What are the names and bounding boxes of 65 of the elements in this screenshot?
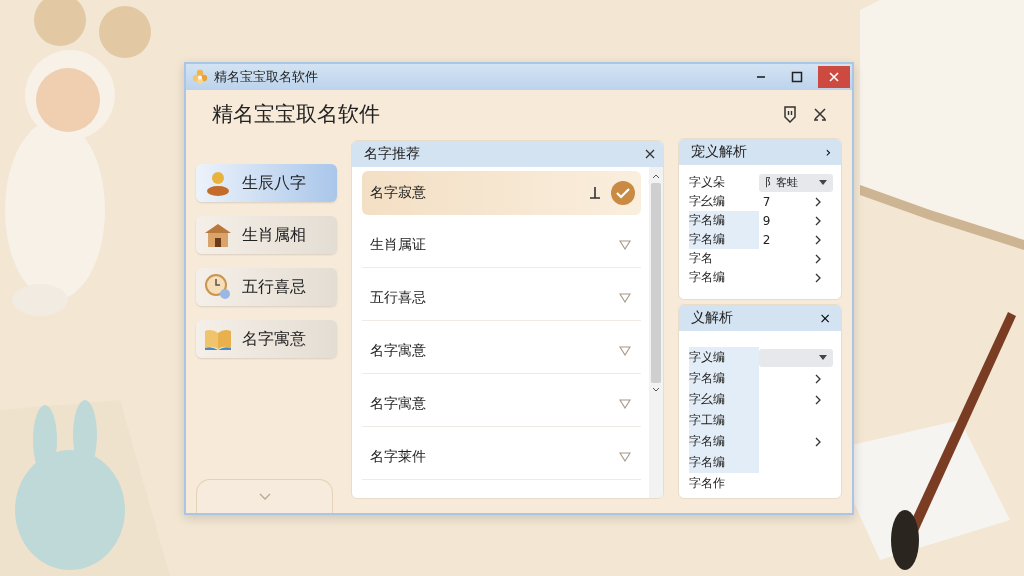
field-label: 字义朵 (688, 174, 726, 191)
chevron-down-icon (258, 492, 271, 501)
dropdown[interactable]: 阝客蛙 (758, 173, 833, 192)
name-row[interactable]: 名字寓意 (362, 382, 641, 427)
sidebar-item[interactable]: 五行喜忌 (196, 268, 338, 306)
field-value: 7 (762, 194, 771, 209)
field-value: 9 (762, 213, 771, 228)
scrollbar[interactable] (648, 167, 663, 498)
field-label: 字名编 (688, 452, 759, 473)
name-row[interactable]: 生肖属证 (362, 223, 641, 268)
panel-title: 宠义解析 (690, 143, 747, 161)
field-label: 字名编 (688, 431, 759, 452)
close-button[interactable] (818, 66, 850, 88)
field-label: 字名编 (688, 211, 759, 230)
field-label: 字幺编 (688, 389, 759, 410)
chevron-icon[interactable] (815, 394, 821, 405)
close-icon[interactable] (644, 149, 655, 159)
shield-icon[interactable] (782, 105, 798, 123)
funnel-icon (618, 346, 631, 356)
panel-header-button[interactable]: × (817, 310, 833, 326)
sidebar-item[interactable]: 生肖属相 (196, 216, 338, 254)
field-label: 字名编 (688, 230, 759, 249)
dropdown-arrow-icon (819, 355, 827, 360)
check-icon (610, 181, 635, 205)
funnel-icon (618, 399, 631, 409)
field-label: 字幺编 (688, 193, 726, 210)
dropdown-arrow-icon (819, 180, 827, 185)
field-label: 字名编 (688, 368, 759, 389)
field-value: 2 (762, 232, 771, 247)
chevron-icon[interactable] (815, 215, 821, 226)
chevron-icon[interactable] (815, 234, 821, 245)
panel-title: 义解析 (690, 309, 733, 327)
maximize-icon (791, 71, 803, 83)
chevron-icon[interactable] (815, 373, 821, 384)
name-row[interactable]: 名字寂意 (362, 171, 641, 215)
close-icon (828, 71, 840, 83)
name-row[interactable]: 名字寓意 (362, 329, 641, 374)
close-icon[interactable] (812, 105, 828, 123)
field-label: 字工编 (688, 410, 759, 431)
house-icon (204, 221, 232, 249)
app-title: 精名宝宝取名软件 (212, 101, 380, 128)
name-row[interactable]: 五行喜忌 (362, 276, 641, 321)
chevron-icon[interactable] (815, 436, 821, 447)
window-title: 精名宝宝取名软件 (214, 68, 318, 86)
chevron-icon[interactable] (815, 272, 821, 283)
sidebar-item[interactable]: 生辰八字 (196, 164, 338, 202)
magnifier-clock-icon (204, 273, 232, 301)
funnel-icon (618, 240, 631, 250)
funnel-icon (618, 293, 631, 303)
panel-title: 名字推荐 (364, 145, 421, 163)
name-row[interactable]: 名字莱件 (362, 435, 641, 480)
flower-icon (192, 69, 208, 85)
field-label: 字义编 (688, 347, 759, 368)
panel-header-button[interactable]: › (823, 144, 833, 160)
field-label: 字名 (688, 250, 714, 267)
figurine-icon (204, 169, 232, 197)
funnel-icon (618, 452, 631, 462)
chevron-icon[interactable] (815, 196, 821, 207)
scroll-down-icon[interactable] (651, 387, 660, 393)
sidebar-item[interactable]: 名字寓意 (196, 320, 338, 358)
scroll-up-icon[interactable] (651, 173, 660, 179)
field-label: 字名编 (688, 269, 726, 286)
pin-icon (588, 186, 601, 200)
field-label: 字名作 (688, 475, 726, 492)
chevron-icon[interactable] (815, 253, 821, 264)
